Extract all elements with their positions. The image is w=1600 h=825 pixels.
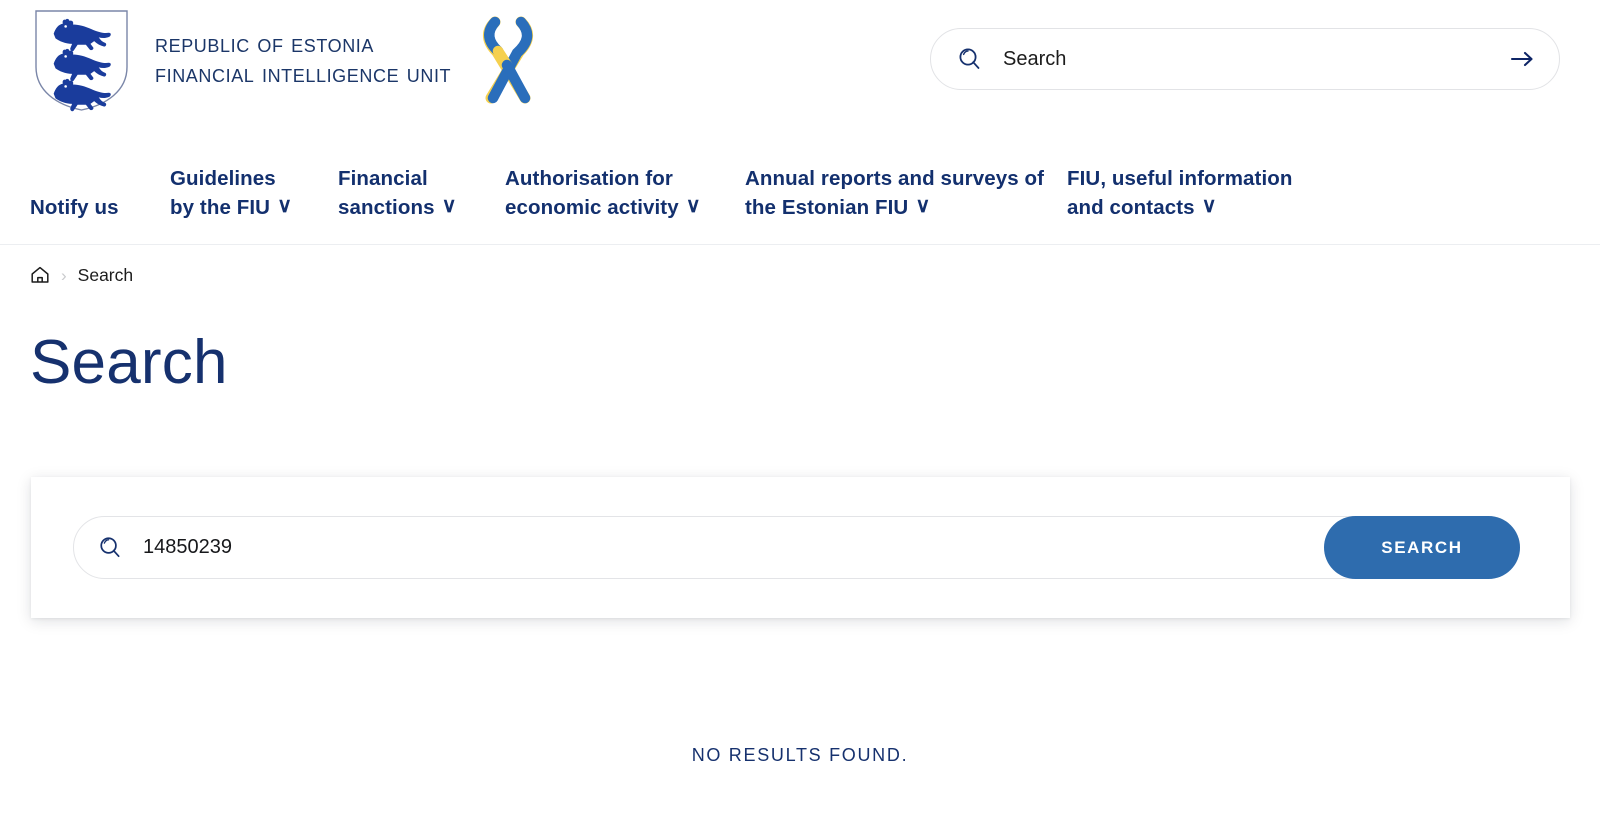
estonian-coat-of-arms-icon [35,10,128,112]
brand-wordmark: Republic of Estonia Financial Intelligen… [155,29,451,90]
search-field-wrapper: SEARCH [73,516,1520,579]
arrow-right-icon[interactable] [1509,47,1537,71]
chevron-down-icon: ∨ [1201,193,1217,217]
search-icon [959,48,980,69]
nav-item-authorisation[interactable]: Authorisation for economic activity ∨ [505,165,745,222]
search-page: Republic of Estonia Financial Intelligen… [0,0,1600,825]
brand-line-1: Republic of Estonia [155,29,375,58]
nav-label: FIU, useful information and contacts [1067,167,1293,219]
header-search-bar[interactable] [930,28,1560,90]
search-form-card: SEARCH [31,477,1570,618]
nav-item-guidelines[interactable]: Guidelines by the FIU ∨ [170,165,338,222]
search-button[interactable]: SEARCH [1324,516,1520,579]
breadcrumb: › Search [0,245,1600,305]
nav-label: Authorisation for economic activity [505,167,679,219]
main-navigation: Notify us Guidelines by the FIU ∨ Financi… [0,118,1600,245]
ukraine-solidarity-ribbon-icon [483,16,534,104]
breadcrumb-separator: › [61,265,67,285]
search-input-container[interactable] [73,516,1520,579]
nav-item-notify-us[interactable]: Notify us [30,194,170,223]
nav-item-fiu-information[interactable]: FIU, useful information and contacts ∨ [1067,165,1327,222]
nav-item-financial-sanctions[interactable]: Financial sanctions ∨ [338,165,505,222]
chevron-down-icon: ∨ [915,193,931,217]
nav-label: Guidelines by the FIU [170,167,276,219]
nav-label: Notify us [30,195,119,219]
site-logo[interactable]: Republic of Estonia Financial Intelligen… [30,5,539,113]
search-icon [100,537,120,558]
breadcrumb-current: Search [77,264,134,285]
nav-item-annual-reports[interactable]: Annual reports and surveys of the Estoni… [745,165,1067,222]
header-search-input[interactable] [1001,46,1509,72]
no-results-message: NO RESULTS FOUND. [691,745,909,765]
brand-line-2: Financial Intelligence Unit [155,60,452,88]
site-header: Republic of Estonia Financial Intelligen… [0,0,1600,118]
chevron-down-icon: ∨ [277,193,293,217]
chevron-down-icon: ∨ [685,193,701,217]
nav-label: Annual reports and surveys of the Estoni… [745,167,1045,219]
home-icon[interactable] [30,265,50,285]
search-input[interactable] [141,535,1241,560]
page-title: Search [30,328,228,397]
chevron-down-icon: ∨ [441,193,457,217]
nav-label: Financial sanctions [338,167,435,219]
